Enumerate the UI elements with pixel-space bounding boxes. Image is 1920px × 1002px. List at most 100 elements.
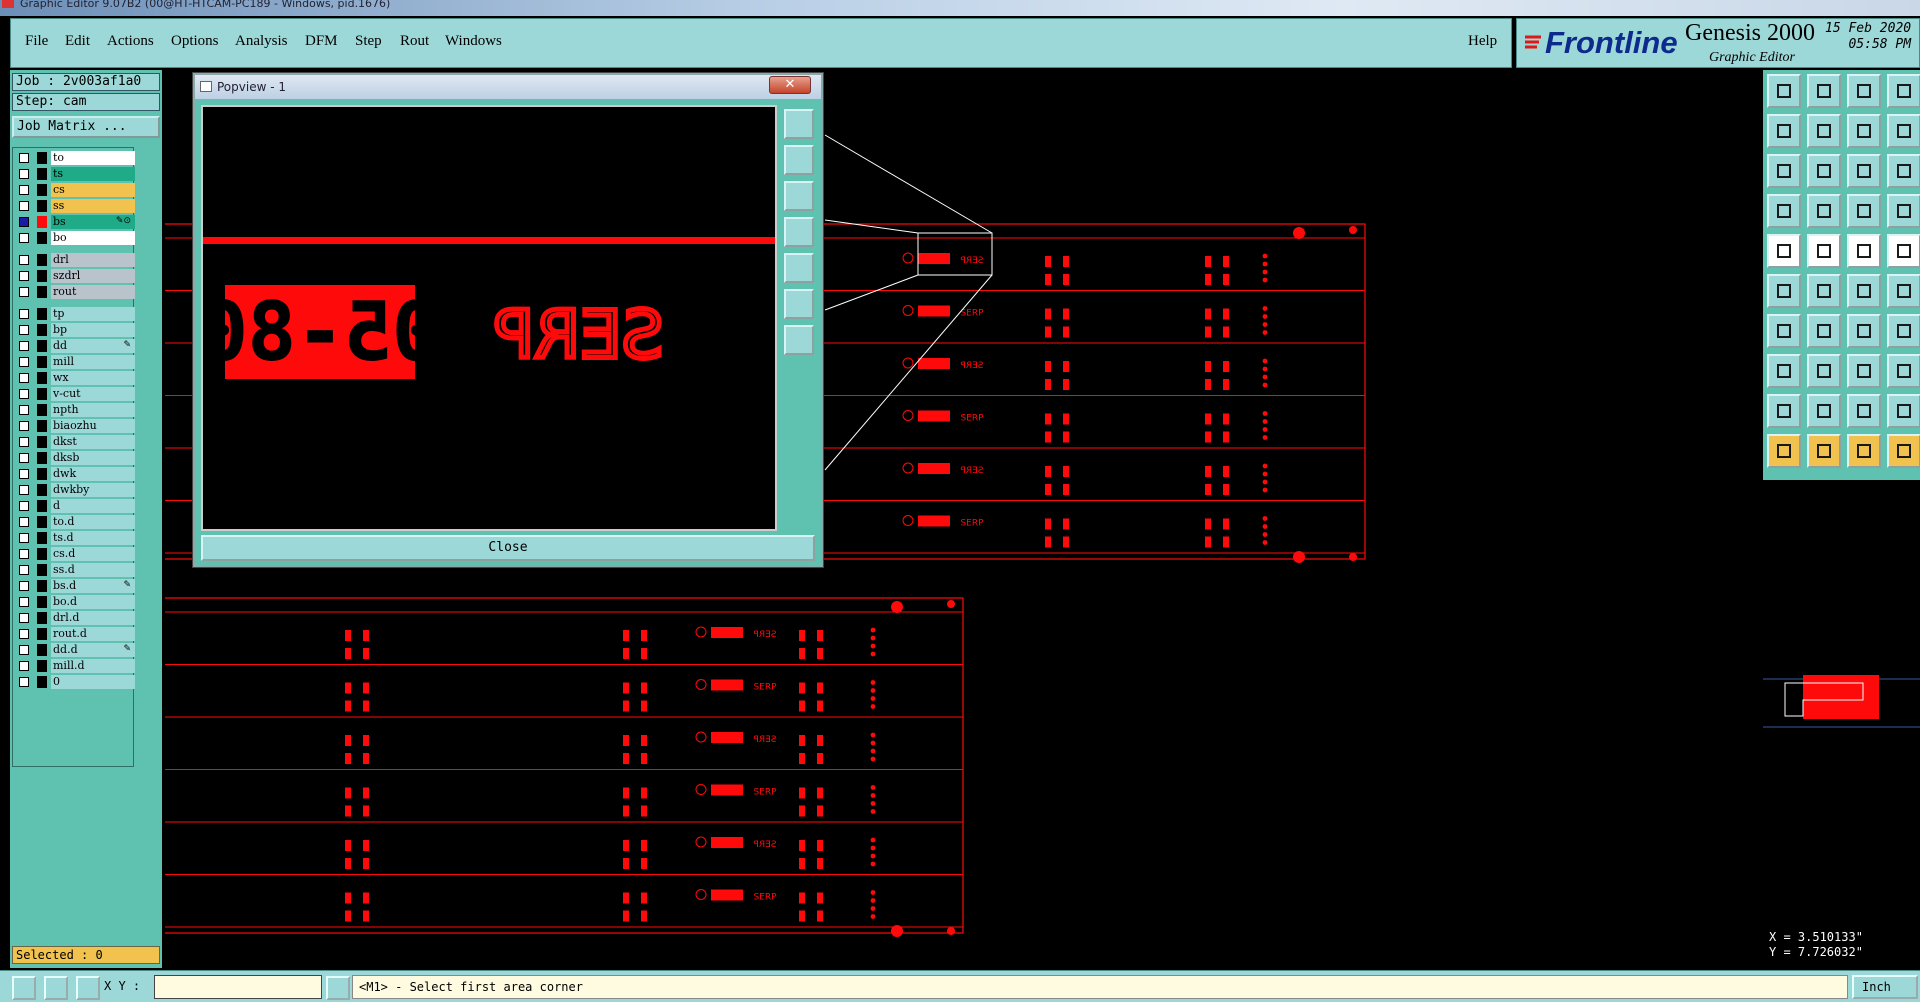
layer-row-rout[interactable]: rout bbox=[15, 285, 135, 299]
popview-tool-7[interactable] bbox=[784, 325, 814, 355]
popview-tool-5[interactable] bbox=[784, 253, 814, 283]
popview-tool-2[interactable] bbox=[784, 145, 814, 175]
layer-row-mill[interactable]: mill bbox=[15, 355, 135, 369]
tool-button-r6-c3[interactable] bbox=[1847, 274, 1881, 308]
layer-checkbox[interactable] bbox=[19, 485, 29, 495]
popview-tool-6[interactable] bbox=[784, 289, 814, 319]
layer-row-dd-d[interactable]: dd.d ✎ bbox=[15, 643, 135, 657]
layer-checkbox[interactable] bbox=[19, 217, 29, 227]
layer-row-drl-d[interactable]: drl.d bbox=[15, 611, 135, 625]
layer-row-cs[interactable]: cs bbox=[15, 183, 135, 197]
layer-row-bo[interactable]: bo bbox=[15, 231, 135, 245]
layer-checkbox[interactable] bbox=[19, 357, 29, 367]
grid-icon[interactable] bbox=[76, 976, 100, 1000]
minimap-panel[interactable] bbox=[1763, 480, 1920, 926]
layer-row-ts[interactable]: ts bbox=[15, 167, 135, 181]
layer-row-to[interactable]: to bbox=[15, 151, 135, 165]
menu-help[interactable]: Help bbox=[1468, 33, 1497, 50]
tool-button-r4-c4[interactable] bbox=[1887, 194, 1920, 228]
layer-checkbox[interactable] bbox=[19, 661, 29, 671]
menu-edit[interactable]: Edit bbox=[65, 33, 90, 50]
measure-icon[interactable] bbox=[44, 976, 68, 1000]
layer-checkbox[interactable] bbox=[19, 629, 29, 639]
tool-button-r3-c4[interactable] bbox=[1887, 154, 1920, 188]
layer-checkbox[interactable] bbox=[19, 233, 29, 243]
layer-row-ss[interactable]: ss bbox=[15, 199, 135, 213]
popview-tool-3[interactable] bbox=[784, 181, 814, 211]
tool-button-r10-c1[interactable] bbox=[1767, 434, 1801, 468]
tool-button-r6-c4[interactable] bbox=[1887, 274, 1920, 308]
tool-button-r2-c2[interactable] bbox=[1807, 114, 1841, 148]
tool-button-r4-c2[interactable] bbox=[1807, 194, 1841, 228]
layer-checkbox[interactable] bbox=[19, 581, 29, 591]
tool-button-r6-c1[interactable] bbox=[1767, 274, 1801, 308]
layer-checkbox[interactable] bbox=[19, 533, 29, 543]
tool-button-r8-c2[interactable] bbox=[1807, 354, 1841, 388]
units-select[interactable]: Inch bbox=[1852, 975, 1918, 999]
tool-button-r7-c3[interactable] bbox=[1847, 314, 1881, 348]
layer-row-dwkby[interactable]: dwkby bbox=[15, 483, 135, 497]
layer-checkbox[interactable] bbox=[19, 389, 29, 399]
layer-row-ts-d[interactable]: ts.d bbox=[15, 531, 135, 545]
layer-checkbox[interactable] bbox=[19, 597, 29, 607]
popview-close-x-button[interactable]: ✕ bbox=[769, 76, 811, 94]
tool-button-r5-c2[interactable] bbox=[1807, 234, 1841, 268]
tool-button-r8-c4[interactable] bbox=[1887, 354, 1920, 388]
popview-tool-4[interactable] bbox=[784, 217, 814, 247]
layer-checkbox[interactable] bbox=[19, 469, 29, 479]
tool-button-r4-c1[interactable] bbox=[1767, 194, 1801, 228]
tool-button-r5-c4[interactable] bbox=[1887, 234, 1920, 268]
tool-button-r3-c3[interactable] bbox=[1847, 154, 1881, 188]
layer-row-0[interactable]: 0 bbox=[15, 675, 135, 689]
tool-button-r1-c3[interactable] bbox=[1847, 74, 1881, 108]
tool-button-r1-c1[interactable] bbox=[1767, 74, 1801, 108]
tool-button-r8-c3[interactable] bbox=[1847, 354, 1881, 388]
menu-step[interactable]: Step bbox=[355, 33, 382, 50]
job-matrix-button[interactable]: Job Matrix ... bbox=[12, 116, 160, 138]
tool-button-r2-c1[interactable] bbox=[1767, 114, 1801, 148]
layer-checkbox[interactable] bbox=[19, 517, 29, 527]
tool-button-r7-c4[interactable] bbox=[1887, 314, 1920, 348]
tool-button-r9-c1[interactable] bbox=[1767, 394, 1801, 428]
tool-button-r5-c3[interactable] bbox=[1847, 234, 1881, 268]
tool-button-r5-c1[interactable] bbox=[1767, 234, 1801, 268]
tool-button-r2-c3[interactable] bbox=[1847, 114, 1881, 148]
tool-button-r10-c3[interactable] bbox=[1847, 434, 1881, 468]
layer-row-bp[interactable]: bp bbox=[15, 323, 135, 337]
menu-file[interactable]: File bbox=[25, 33, 48, 50]
popview-title-bar[interactable]: Popview - 1 bbox=[195, 75, 821, 99]
layer-checkbox[interactable] bbox=[19, 153, 29, 163]
layer-row-biaozhu[interactable]: biaozhu bbox=[15, 419, 135, 433]
layer-row-d[interactable]: d bbox=[15, 499, 135, 513]
layer-row-bs[interactable]: bs ✎⊙ bbox=[15, 215, 135, 229]
layer-checkbox[interactable] bbox=[19, 437, 29, 447]
tool-button-r1-c2[interactable] bbox=[1807, 74, 1841, 108]
popview-close-button[interactable]: Close bbox=[201, 535, 815, 561]
tool-button-r8-c1[interactable] bbox=[1767, 354, 1801, 388]
layer-row-drl[interactable]: drl bbox=[15, 253, 135, 267]
layer-checkbox[interactable] bbox=[19, 201, 29, 211]
layer-checkbox[interactable] bbox=[19, 549, 29, 559]
layer-row-dd[interactable]: dd ✎ bbox=[15, 339, 135, 353]
tool-button-r7-c2[interactable] bbox=[1807, 314, 1841, 348]
layer-checkbox[interactable] bbox=[19, 341, 29, 351]
layer-row-mill-d[interactable]: mill.d bbox=[15, 659, 135, 673]
layer-row-bo-d[interactable]: bo.d bbox=[15, 595, 135, 609]
zoom-area-icon[interactable] bbox=[12, 976, 36, 1000]
layer-row-ss-d[interactable]: ss.d bbox=[15, 563, 135, 577]
layer-checkbox[interactable] bbox=[19, 185, 29, 195]
tool-button-r10-c4[interactable] bbox=[1887, 434, 1920, 468]
layer-checkbox[interactable] bbox=[19, 405, 29, 415]
layer-checkbox[interactable] bbox=[19, 309, 29, 319]
tool-button-r1-c4[interactable] bbox=[1887, 74, 1920, 108]
layer-checkbox[interactable] bbox=[19, 325, 29, 335]
layer-row-to-d[interactable]: to.d bbox=[15, 515, 135, 529]
tool-button-r6-c2[interactable] bbox=[1807, 274, 1841, 308]
menu-actions[interactable]: Actions bbox=[107, 33, 154, 50]
layer-checkbox[interactable] bbox=[19, 255, 29, 265]
layer-row-cs-d[interactable]: cs.d bbox=[15, 547, 135, 561]
layer-checkbox[interactable] bbox=[19, 645, 29, 655]
layer-checkbox[interactable] bbox=[19, 453, 29, 463]
tool-button-r9-c4[interactable] bbox=[1887, 394, 1920, 428]
tool-button-r4-c3[interactable] bbox=[1847, 194, 1881, 228]
